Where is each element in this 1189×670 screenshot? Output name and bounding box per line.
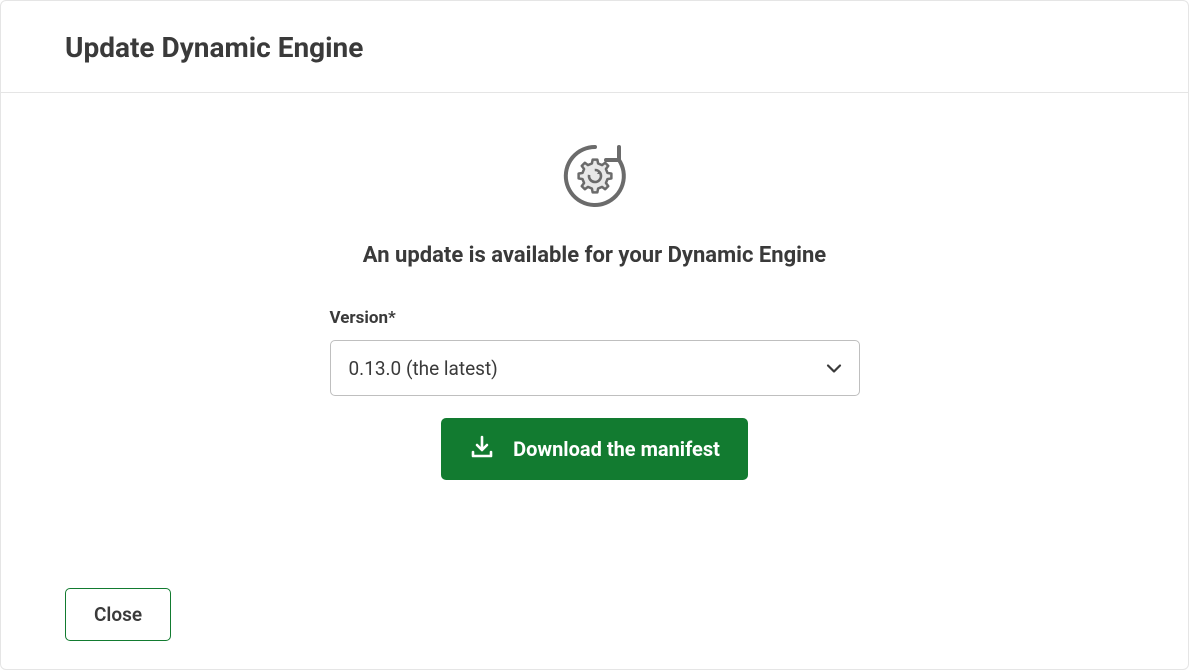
update-available-heading: An update is available for your Dynamic …	[363, 243, 826, 268]
version-select[interactable]: 0.13.0 (the latest)	[330, 340, 860, 396]
update-dialog: Update Dynamic Engine An update is avail…	[0, 0, 1189, 670]
close-button[interactable]: Close	[65, 588, 171, 641]
form-section: Version* 0.13.0 (the latest)	[330, 308, 860, 480]
download-manifest-button[interactable]: Download the manifest	[441, 418, 748, 480]
dialog-body: An update is available for your Dynamic …	[1, 93, 1188, 588]
version-select-wrap: 0.13.0 (the latest)	[330, 340, 860, 396]
download-button-label: Download the manifest	[513, 437, 720, 461]
dialog-header: Update Dynamic Engine	[1, 1, 1188, 93]
update-gear-icon	[562, 141, 628, 215]
dialog-title: Update Dynamic Engine	[65, 31, 1124, 64]
version-label: Version*	[330, 308, 860, 328]
dialog-footer: Close	[1, 588, 1188, 669]
download-icon	[469, 434, 495, 464]
